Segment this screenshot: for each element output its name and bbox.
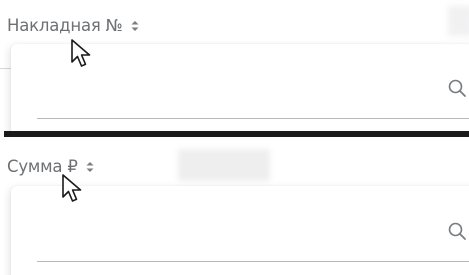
filter-panel-invoice: Накладная № — [0, 0, 469, 131]
column-header-label: Сумма ₽ — [7, 157, 78, 176]
search-icon[interactable] — [447, 221, 467, 241]
blurred-content — [178, 149, 270, 181]
search-input[interactable] — [28, 221, 468, 251]
column-header-amount[interactable]: Сумма ₽ — [7, 157, 95, 176]
column-header-label: Накладная № — [7, 16, 123, 35]
filter-panel-amount: Сумма ₽ — [0, 137, 469, 275]
sort-up-down-icon[interactable] — [130, 19, 140, 33]
input-underline — [37, 261, 469, 262]
blurred-content — [448, 6, 469, 36]
sort-up-down-icon[interactable] — [85, 160, 95, 174]
search-input[interactable] — [28, 74, 468, 104]
table-edge-line — [0, 68, 11, 69]
column-header-invoice-number[interactable]: Накладная № — [7, 16, 140, 35]
input-underline — [37, 118, 469, 119]
search-icon[interactable] — [447, 78, 467, 98]
